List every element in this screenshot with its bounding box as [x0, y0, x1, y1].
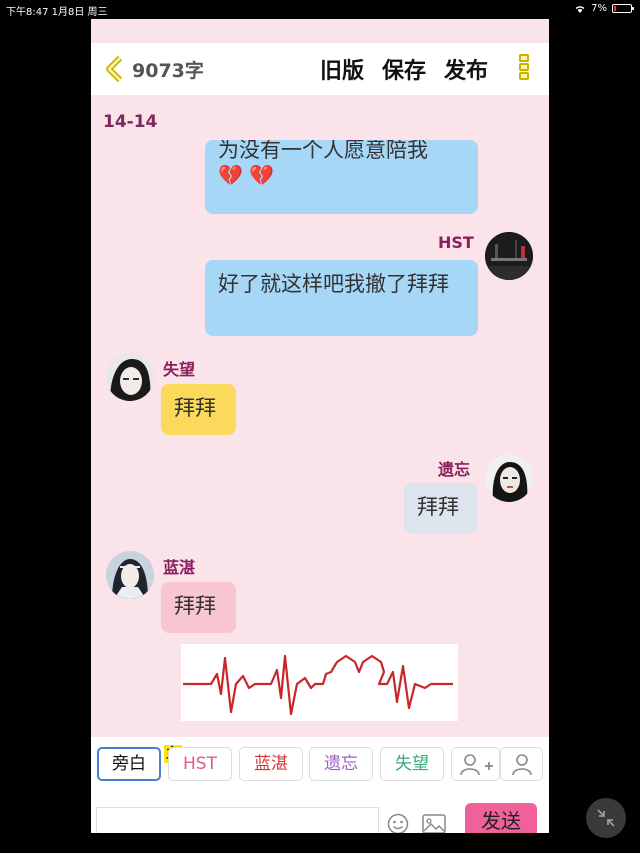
speaker-name: 蓝湛: [163, 558, 196, 577]
avatar-hst[interactable]: [485, 232, 533, 280]
collapse-button[interactable]: [586, 798, 626, 838]
publish-button[interactable]: 发布: [444, 53, 488, 85]
avatar-yiwang[interactable]: [485, 454, 533, 502]
message-bubble[interactable]: 拜拜: [161, 384, 236, 435]
word-count: 9073字: [132, 60, 204, 82]
bottom-panel: 旁白 主 HST 蓝湛 遗忘 失望: [91, 737, 549, 833]
battery-icon: [612, 4, 634, 13]
character-button-yiwang[interactable]: 遗忘: [309, 747, 373, 781]
heartbeat-image[interactable]: [181, 644, 458, 721]
message-bubble[interactable]: 好了就这样吧我撤了拜拜: [205, 260, 478, 336]
more-menu-icon[interactable]: [519, 54, 531, 86]
status-time-date: 下午8:47 1月8日 周三: [6, 7, 108, 18]
chat-editor-app: 9073字 旧版 保存 发布 14-14 为没有一个人愿意陪我 💔 💔 HST …: [91, 19, 549, 833]
character-manager-button[interactable]: [500, 747, 543, 781]
character-button-lanzhan[interactable]: 蓝湛: [239, 747, 303, 781]
wifi-icon: [575, 6, 585, 13]
speaker-name: HST: [438, 233, 474, 252]
character-button-hst[interactable]: HST: [168, 747, 232, 781]
message-bubble[interactable]: 拜拜: [404, 483, 478, 534]
character-button-shiwang[interactable]: 失望: [380, 747, 444, 781]
image-icon[interactable]: [422, 814, 446, 833]
save-button[interactable]: 保存: [382, 53, 426, 85]
avatar-lanzhan[interactable]: [106, 551, 154, 599]
message-bubble[interactable]: 为没有一个人愿意陪我 💔 💔: [205, 140, 478, 214]
status-bar: 下午8:47 1月8日 周三 7%: [0, 0, 640, 18]
back-icon[interactable]: [103, 55, 129, 83]
add-user-icon: [459, 754, 493, 776]
speaker-name: 失望: [163, 360, 196, 379]
old-version-button[interactable]: 旧版: [320, 53, 364, 85]
avatar-shiwang[interactable]: [106, 353, 154, 401]
send-button[interactable]: 发送: [465, 803, 537, 833]
user-icon: [511, 754, 532, 776]
speaker-name: 遗忘: [438, 460, 471, 479]
character-button-narration[interactable]: 旁白: [97, 747, 161, 781]
emoji-icon[interactable]: [387, 813, 409, 833]
battery-percent: 7%: [591, 3, 607, 14]
message-bubble[interactable]: 拜拜: [161, 582, 236, 633]
broken-heart-emoji: 💔 💔: [218, 163, 275, 187]
top-bar: 9073字 旧版 保存 发布: [91, 43, 549, 95]
collapse-arrows-icon: [597, 809, 615, 827]
message-input[interactable]: [96, 807, 379, 833]
chapter-title: 14-14: [103, 112, 158, 132]
add-character-button[interactable]: [451, 747, 500, 781]
